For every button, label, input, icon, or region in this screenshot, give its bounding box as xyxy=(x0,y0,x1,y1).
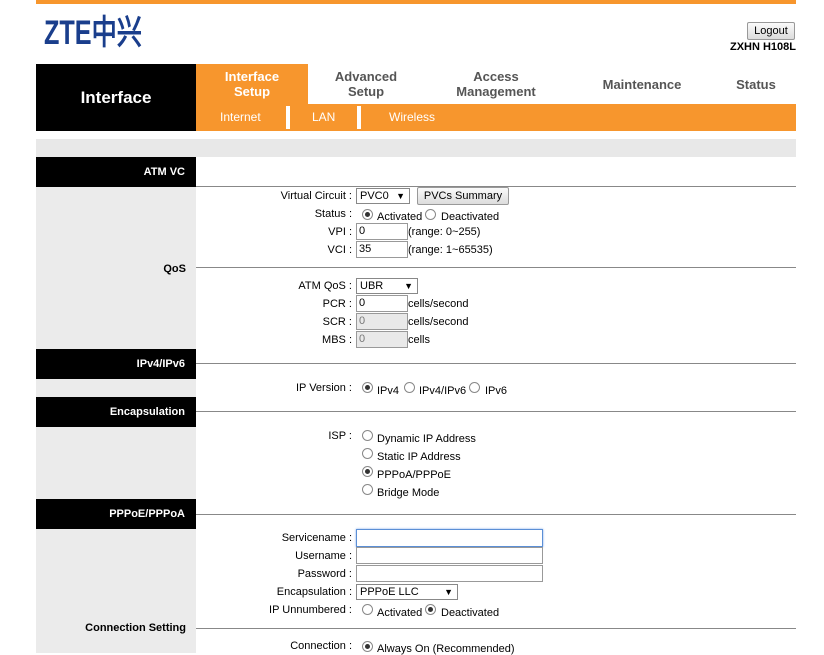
subnav-divider xyxy=(357,106,361,129)
mbs-unit: cells xyxy=(408,334,431,346)
isp-pppoa-pppoe-label: PPPoA/PPPoE xyxy=(377,469,451,481)
isp-bridge-mode-label: Bridge Mode xyxy=(377,487,440,499)
section-divider xyxy=(196,363,796,364)
section-header-atm-vc: ATM VC xyxy=(36,157,196,187)
connection-label: Connection : xyxy=(290,640,352,652)
svg-text:ZTE中兴: ZTE中兴 xyxy=(44,14,142,50)
tab-interface-setup[interactable]: Interface Setup xyxy=(196,64,308,104)
chevron-down-icon: ▼ xyxy=(444,587,453,597)
status-deactivated-radio[interactable] xyxy=(425,209,436,220)
tab-status[interactable]: Status xyxy=(716,64,796,104)
status-deactivated-label: Deactivated xyxy=(441,211,500,223)
ipv4-ipv6-radio[interactable] xyxy=(404,382,415,393)
status-label: Status : xyxy=(314,208,352,220)
ip-unnumbered-activated-label: Activated xyxy=(377,607,423,619)
isp-dynamic-ip-radio[interactable] xyxy=(362,430,373,441)
isp-static-ip-label: Static IP Address xyxy=(377,451,461,463)
main-nav: Interface Setup Advanced Setup Access Ma… xyxy=(196,64,796,104)
content-top-bar xyxy=(36,139,796,157)
isp-dynamic-ip-label: Dynamic IP Address xyxy=(377,433,476,445)
ipv4-label: IPv4 xyxy=(377,385,400,397)
status-activated-radio[interactable] xyxy=(362,209,373,220)
select-value: PVC0 xyxy=(360,190,389,202)
isp-bridge-mode-radio[interactable] xyxy=(362,484,373,495)
ipv4-radio[interactable] xyxy=(362,382,373,393)
ipv4-ipv6-label: IPv4/IPv6 xyxy=(419,385,467,397)
atm-qos-label: ATM QoS : xyxy=(298,280,352,292)
password-label: Password : xyxy=(297,568,352,580)
tab-maintenance[interactable]: Maintenance xyxy=(568,64,716,104)
tab-access-management[interactable]: Access Management xyxy=(424,64,568,104)
ipv6-radio[interactable] xyxy=(469,382,480,393)
username-input[interactable] xyxy=(356,547,543,564)
password-input[interactable] xyxy=(356,565,543,582)
isp-pppoa-pppoe-radio[interactable] xyxy=(362,466,373,477)
tab-label: Advanced Setup xyxy=(334,69,398,99)
vci-range: (range: 1~65535) xyxy=(408,244,493,256)
vci-label: VCI : xyxy=(327,244,352,256)
section-divider xyxy=(196,267,796,268)
section-divider xyxy=(196,628,796,629)
zte-logo: ZTE中兴 xyxy=(44,10,144,52)
section-header-ip: IPv4/IPv6 xyxy=(36,349,196,379)
tab-label: Interface Setup xyxy=(224,69,280,99)
tab-label: Status xyxy=(736,76,776,92)
servicename-label: Servicename : xyxy=(281,532,352,544)
select-value: UBR xyxy=(360,280,384,292)
section-divider xyxy=(196,514,796,515)
pcr-input[interactable]: 0 xyxy=(356,295,408,312)
scr-label: SCR : xyxy=(322,316,352,328)
top-accent-bar xyxy=(36,0,796,4)
mbs-label: MBS : xyxy=(322,334,352,346)
chevron-down-icon: ▼ xyxy=(404,281,413,291)
logout-button[interactable]: Logout xyxy=(747,22,795,40)
servicename-input[interactable] xyxy=(356,529,543,547)
vpi-input[interactable]: 0 xyxy=(356,223,408,240)
ipv6-label: IPv6 xyxy=(485,385,508,397)
section-header-pppoe: PPPoE/PPPoA xyxy=(36,499,196,529)
ip-unnumbered-deactivated-radio[interactable] xyxy=(425,604,436,615)
section-divider xyxy=(196,411,796,412)
section-header-qos: QoS xyxy=(163,263,186,275)
pvcs-summary-button[interactable]: PVCs Summary xyxy=(417,187,509,205)
connection-always-on-radio[interactable] xyxy=(362,641,373,652)
atm-qos-select[interactable]: UBR ▼ xyxy=(356,278,418,294)
section-header-connection-setting: Connection Setting xyxy=(85,622,186,634)
model-name: ZXHN H108L xyxy=(729,41,796,53)
tab-label: Access Management xyxy=(456,69,536,99)
isp-static-ip-radio[interactable] xyxy=(362,448,373,459)
encapsulation-select[interactable]: PPPoE LLC ▼ xyxy=(356,584,458,600)
tab-advanced-setup[interactable]: Advanced Setup xyxy=(308,64,424,104)
subtab-lan[interactable]: LAN xyxy=(312,110,335,124)
isp-label: ISP : xyxy=(328,430,352,442)
sub-nav: Internet LAN Wireless xyxy=(196,104,796,131)
status-activated-label: Activated xyxy=(377,211,423,223)
ip-unnumbered-activated-radio[interactable] xyxy=(362,604,373,615)
pcr-label: PCR : xyxy=(322,298,352,310)
subtab-internet[interactable]: Internet xyxy=(220,110,261,124)
tab-label: Maintenance xyxy=(602,76,682,92)
virtual-circuit-label: Virtual Circuit : xyxy=(280,190,352,202)
vpi-label: VPI : xyxy=(328,226,352,238)
vpi-range: (range: 0~255) xyxy=(408,226,481,238)
chevron-down-icon: ▼ xyxy=(396,191,405,201)
virtual-circuit-select[interactable]: PVC0 ▼ xyxy=(356,188,410,204)
mbs-input[interactable]: 0 xyxy=(356,331,408,348)
vci-input[interactable]: 35 xyxy=(356,241,408,258)
section-header-encapsulation: Encapsulation xyxy=(36,397,196,427)
subtab-wireless[interactable]: Wireless xyxy=(389,110,435,124)
ip-unnumbered-label: IP Unnumbered : xyxy=(269,604,352,616)
section-title: Interface xyxy=(36,64,196,131)
encapsulation-label: Encapsulation : xyxy=(276,586,352,598)
ip-unnumbered-deactivated-label: Deactivated xyxy=(441,607,500,619)
subnav-divider xyxy=(286,106,290,129)
ip-version-label: IP Version : xyxy=(295,382,352,394)
connection-always-on-label: Always On (Recommended) xyxy=(377,643,515,655)
scr-unit: cells/second xyxy=(408,316,469,328)
scr-input[interactable]: 0 xyxy=(356,313,408,330)
pcr-unit: cells/second xyxy=(408,298,469,310)
username-label: Username : xyxy=(295,550,352,562)
select-value: PPPoE LLC xyxy=(360,586,419,598)
